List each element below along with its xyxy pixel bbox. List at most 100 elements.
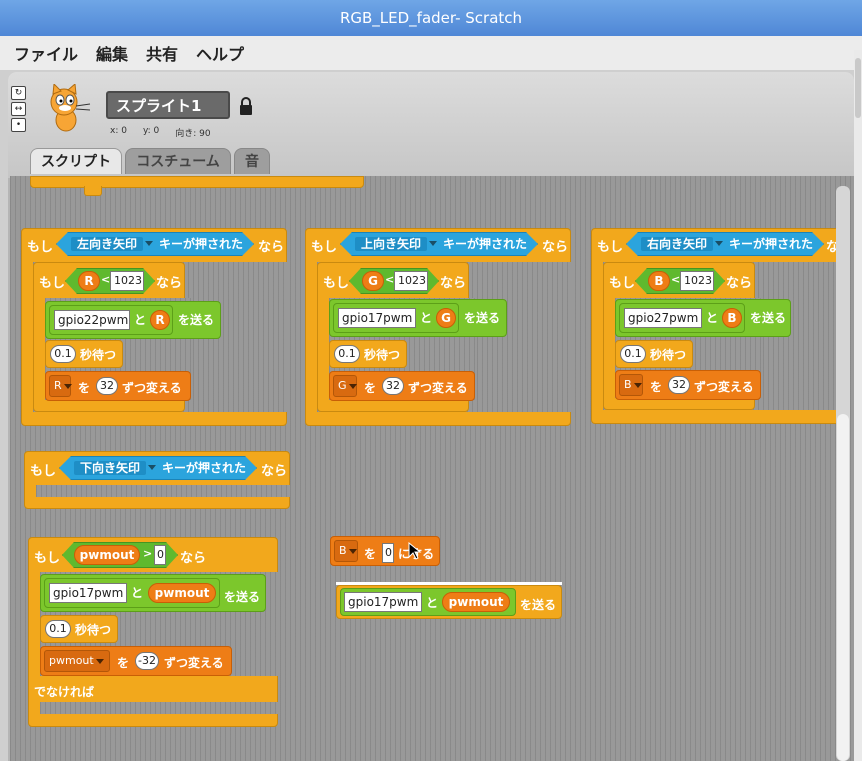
pin-name[interactable]: gpio17pwm <box>338 308 416 328</box>
compare-value[interactable]: 1023 <box>680 271 714 291</box>
dropdown-arrow-icon <box>429 241 437 246</box>
block-inner-space <box>40 702 278 714</box>
dropdown-arrow-icon <box>95 658 104 664</box>
pin-name[interactable]: gpio22pwm <box>54 310 130 330</box>
key-pressed-label: キーが押された <box>729 237 814 251</box>
mouse-cursor-icon <box>408 542 422 560</box>
key-pressed-label: キーが押された <box>443 237 528 251</box>
greater-than-sign: > <box>143 547 153 560</box>
var-select-name: pwmout <box>49 654 94 667</box>
set-value-input[interactable]: 0 <box>382 543 394 563</box>
key-select[interactable]: 左向き矢印 <box>71 237 143 251</box>
if-label: もし <box>323 276 350 291</box>
rotate-left-right-icon[interactable]: ↔ <box>11 102 26 116</box>
tab-scripts[interactable]: スクリプト <box>30 148 122 174</box>
step-input[interactable]: -32 <box>135 652 159 670</box>
key-pressed-sensor[interactable]: 上向き矢印 キーが押された <box>340 232 538 256</box>
wait-label: 秒待つ <box>364 348 401 362</box>
var-select-name: G <box>338 379 347 392</box>
wo-label: を <box>364 547 377 561</box>
block-notch <box>84 186 102 196</box>
block-inner-space <box>36 485 290 497</box>
change-by-label: ずつ変える <box>408 381 468 395</box>
then-label: なら <box>261 464 288 479</box>
change-by-label: ずつ変える <box>164 656 224 670</box>
if-label: もし <box>34 551 61 566</box>
sprite-direction: 向き: 90 <box>175 129 211 139</box>
rotate-all-around-icon[interactable]: ↻ <box>11 86 26 100</box>
wait-seconds-input[interactable]: 0.1 <box>334 345 360 363</box>
tab-costumes[interactable]: コスチューム <box>125 148 231 174</box>
compare-value[interactable]: 1023 <box>110 271 144 291</box>
var-select[interactable]: B <box>619 374 643 396</box>
script-scrollbar-thumb[interactable] <box>837 414 849 761</box>
pin-name[interactable]: gpio17pwm <box>49 583 127 603</box>
var-select[interactable]: G <box>333 375 357 397</box>
pin-name[interactable]: gpio17pwm <box>344 592 422 612</box>
wo-label: を <box>78 381 91 395</box>
window-scrollbar-thumb[interactable] <box>855 58 861 118</box>
var-reporter[interactable]: pwmout <box>74 545 140 565</box>
then-label: なら <box>726 276 753 291</box>
if-label: もし <box>30 464 57 479</box>
wait-seconds-input[interactable]: 0.1 <box>620 345 646 363</box>
key-pressed-sensor[interactable]: 下向き矢印 キーが押された <box>59 456 257 480</box>
var-reporter[interactable]: G <box>436 308 456 328</box>
if-label: もし <box>311 240 338 255</box>
compare-value[interactable]: 0 <box>154 545 166 565</box>
menu-bar: ファイル 編集 共有 ヘルプ <box>0 36 862 70</box>
step-input[interactable]: 32 <box>382 377 404 395</box>
then-label: なら <box>440 276 467 291</box>
dropdown-arrow-icon <box>348 548 357 554</box>
var-reporter[interactable]: pwmout <box>442 592 510 612</box>
key-select[interactable]: 下向き矢印 <box>74 461 146 475</box>
dropdown-arrow-icon <box>148 465 156 470</box>
var-reporter[interactable]: R <box>150 310 170 330</box>
then-label: なら <box>180 551 207 566</box>
menu-file[interactable]: ファイル <box>14 41 78 65</box>
tab-sounds[interactable]: 音 <box>234 148 270 174</box>
var-reporter[interactable]: B <box>648 271 670 291</box>
pin-name[interactable]: gpio27pwm <box>624 308 702 328</box>
menu-share[interactable]: 共有 <box>146 41 178 65</box>
change-by-label: ずつ変える <box>122 381 182 395</box>
less-than-sign: < <box>671 273 681 286</box>
var-select[interactable]: pwmout <box>44 650 110 672</box>
partial-control-block-end[interactable] <box>30 176 364 188</box>
menu-help[interactable]: ヘルプ <box>196 41 244 65</box>
send-label: を送る <box>464 311 501 325</box>
key-pressed-sensor[interactable]: 左向き矢印 キーが押された <box>56 232 254 256</box>
send-label: を送る <box>520 598 557 612</box>
key-pressed-sensor[interactable]: 右向き矢印 キーが押された <box>626 232 824 256</box>
var-reporter[interactable]: G <box>362 271 384 291</box>
var-select[interactable]: R <box>49 375 72 397</box>
then-label: なら <box>826 240 836 255</box>
send-label: を送る <box>178 313 215 327</box>
step-input[interactable]: 32 <box>96 377 118 395</box>
dropdown-arrow-icon <box>348 383 357 389</box>
wait-seconds-input[interactable]: 0.1 <box>45 620 71 638</box>
window-scrollbar[interactable] <box>854 50 862 761</box>
lock-icon[interactable] <box>238 96 254 116</box>
var-reporter[interactable]: pwmout <box>148 583 216 603</box>
menu-edit[interactable]: 編集 <box>96 41 128 65</box>
wait-seconds-input[interactable]: 0.1 <box>50 345 76 363</box>
then-label: なら <box>156 276 183 291</box>
step-input[interactable]: 32 <box>668 376 690 394</box>
sprite-coordinates: x: 0 y: 0 向き: 90 <box>110 126 211 139</box>
and-label: と <box>706 311 719 325</box>
and-label: と <box>134 313 147 327</box>
var-select-name: B <box>624 378 632 391</box>
key-select[interactable]: 右向き矢印 <box>641 237 713 251</box>
wait-label: 秒待つ <box>80 348 117 362</box>
var-reporter[interactable]: B <box>722 308 742 328</box>
var-select[interactable]: B <box>334 540 358 562</box>
sprite-cat-thumbnail <box>50 84 91 132</box>
sprite-name-field[interactable]: スプライト1 <box>106 91 230 119</box>
compare-value[interactable]: 1023 <box>394 271 428 291</box>
no-rotate-icon[interactable]: • <box>11 118 26 132</box>
var-reporter[interactable]: R <box>78 271 100 291</box>
script-scrollbar[interactable] <box>836 186 850 761</box>
key-select[interactable]: 上向き矢印 <box>355 237 427 251</box>
less-than-sign: < <box>385 273 395 286</box>
